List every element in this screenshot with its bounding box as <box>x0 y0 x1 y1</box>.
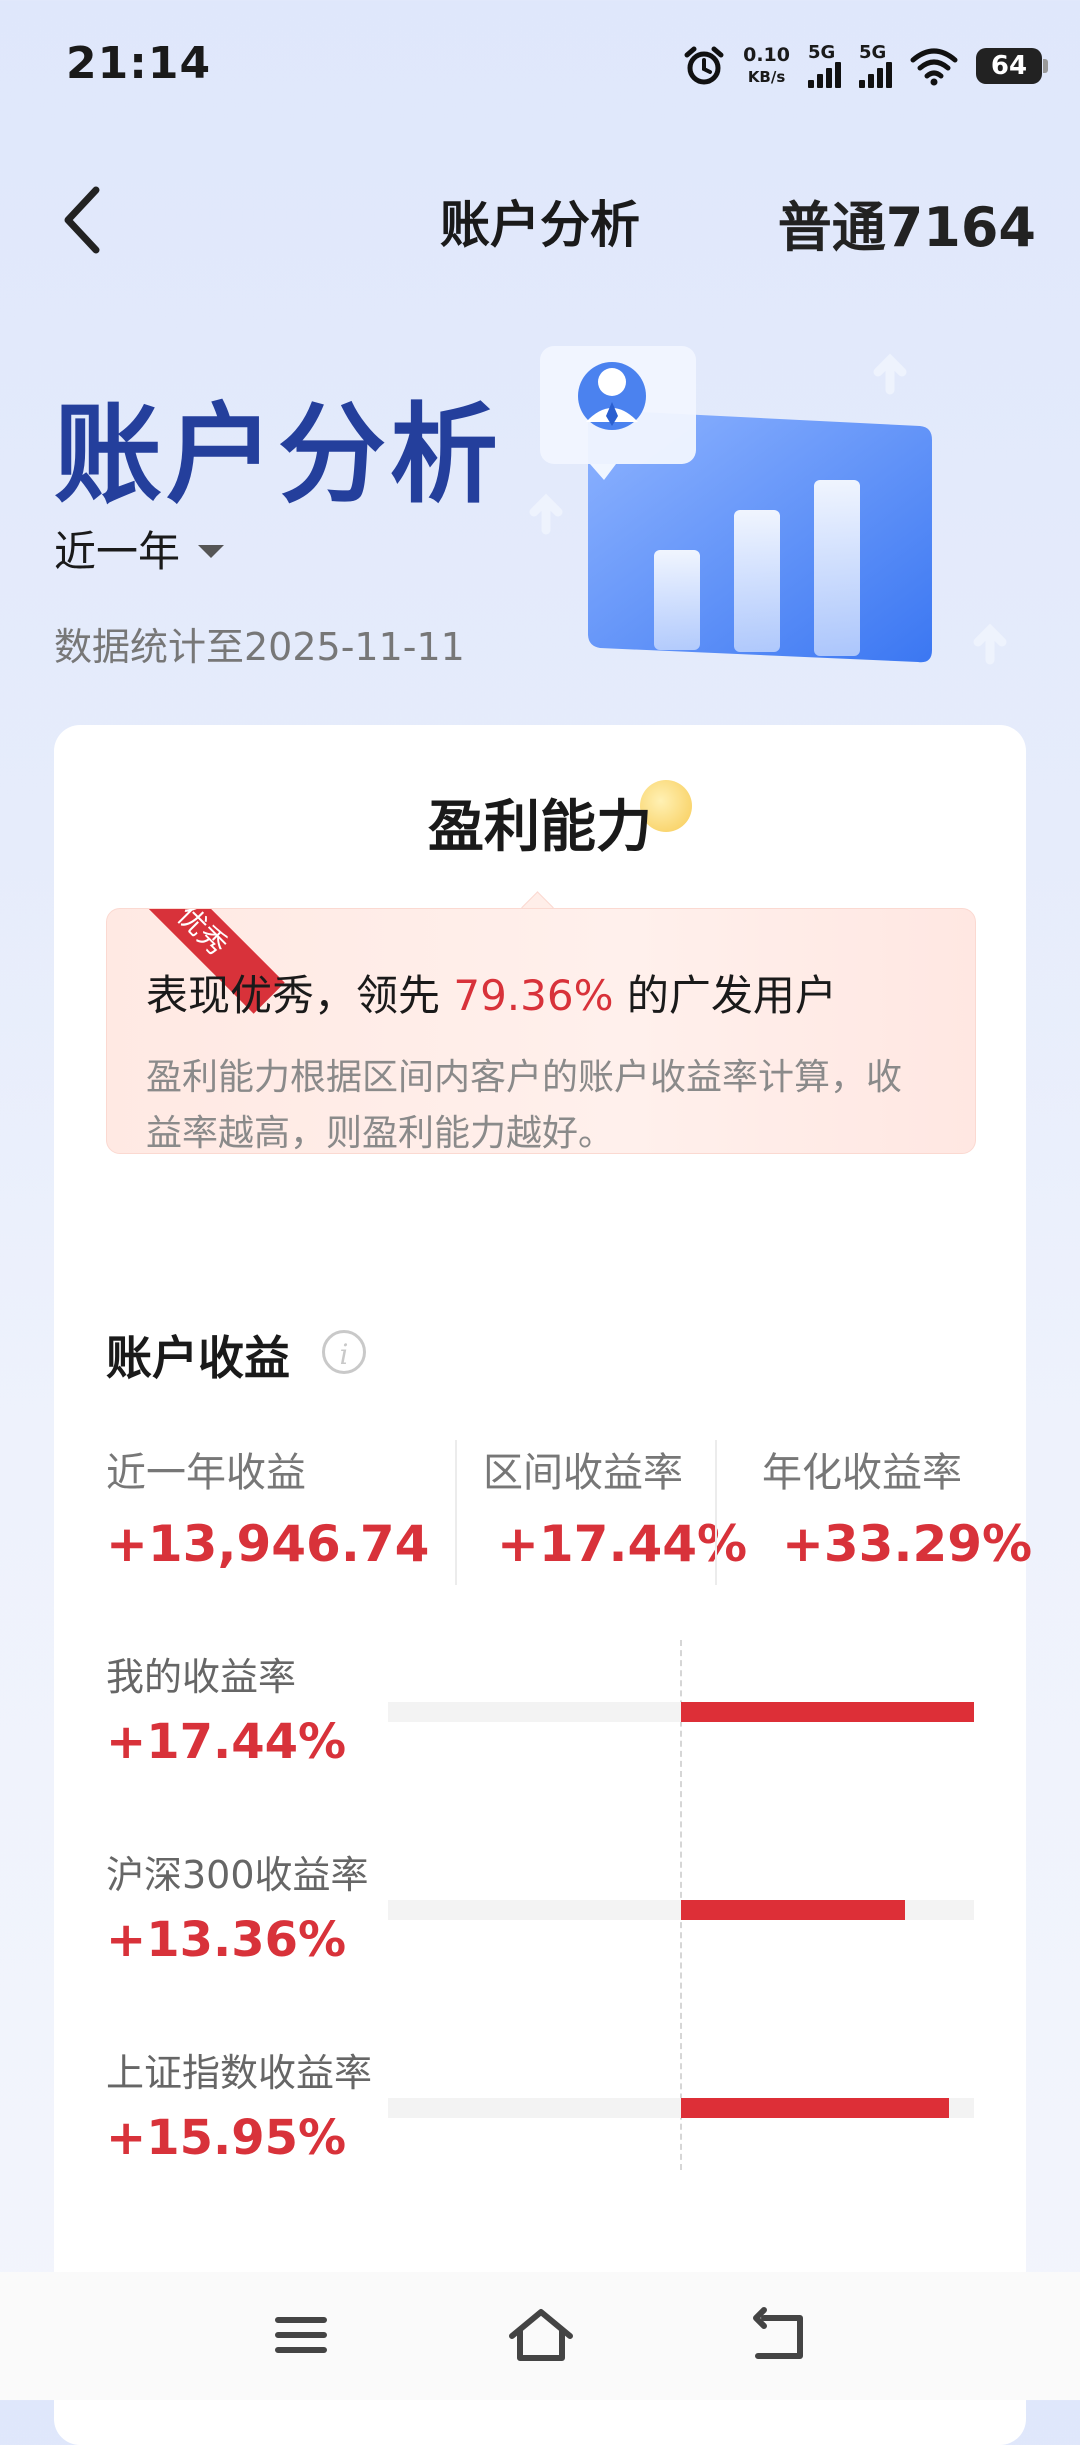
cmp-label-mine: 我的收益率 <box>106 1655 297 1699</box>
stat-value-year-income: +13,946.74 <box>106 1515 430 1573</box>
rate-bar-fill <box>681 1702 974 1722</box>
chart-illustration-icon <box>529 346 1007 665</box>
rate-bar-track <box>388 1900 974 1920</box>
beat-percent: 79.36% <box>453 971 614 1020</box>
stat-label-interval-rate: 区间收益率 <box>483 1450 683 1496</box>
stat-label-annualized-rate: 年化收益率 <box>762 1450 962 1496</box>
cmp-label-sse: 上证指数收益率 <box>106 2051 373 2095</box>
wifi-icon <box>910 48 958 86</box>
rate-bar-fill <box>681 1900 906 1920</box>
status-time: 21:14 <box>66 38 212 89</box>
signal-icon: 5G <box>808 44 841 88</box>
rate-bar-track <box>388 1702 974 1722</box>
cmp-value-hs300: +13.36% <box>106 1912 347 1968</box>
period-dropdown[interactable]: 近一年 <box>54 518 225 579</box>
stat-value-annualized-rate: +33.29% <box>782 1515 1033 1573</box>
caret-down-icon <box>198 545 225 558</box>
net-speed: 0.10 KB/s <box>743 44 790 86</box>
alarm-icon <box>684 46 724 85</box>
home-icon[interactable] <box>506 2300 576 2370</box>
stat-value-interval-rate: +17.44% <box>497 1515 748 1573</box>
divider <box>455 1440 457 1585</box>
hero-title: 账户分析 <box>54 393 503 518</box>
signal-icon: 5G <box>859 44 892 88</box>
battery-icon: 64 <box>976 48 1048 84</box>
rate-bar-fill <box>681 2098 949 2118</box>
profitability-title: 盈利能力 <box>428 795 652 860</box>
status-icons: 0.10 KB/s 5G 5G 64 <box>683 40 1048 92</box>
period-value: 近一年 <box>54 527 181 576</box>
cmp-value-mine: +17.44% <box>106 1714 347 1770</box>
performance-description: 盈利能力根据区间内客户的账户收益率计算，收益率越高，则盈利能力越好。 <box>146 1057 903 1154</box>
data-date: 数据统计至2025-11-11 <box>54 625 465 669</box>
cmp-value-sse: +15.95% <box>106 2110 347 2166</box>
income-title: 账户收益 <box>106 1331 290 1385</box>
account-label[interactable]: 普通7164 <box>778 183 1036 262</box>
menu-icon[interactable] <box>266 2300 336 2370</box>
cmp-label-hs300: 沪深300收益率 <box>106 1853 369 1897</box>
info-icon[interactable]: i <box>322 1330 366 1374</box>
rate-bar-track <box>388 2098 974 2118</box>
back-icon[interactable] <box>746 2300 816 2370</box>
stat-label-year-income: 近一年收益 <box>106 1450 306 1496</box>
divider <box>715 1440 717 1585</box>
performance-summary: 表现优秀，领先 79.36% 的广发用户 <box>146 971 837 1020</box>
